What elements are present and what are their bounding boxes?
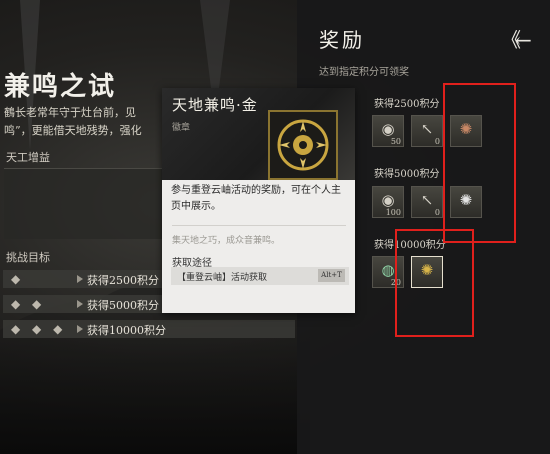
pointer-icon <box>77 325 83 333</box>
item-count: 50 <box>390 137 401 146</box>
card-description: 参与重登云岫活动的奖励，可在个人主 页中展示。 <box>171 183 341 215</box>
ground-shadow <box>0 334 310 454</box>
card-description-line2: 页中展示。 <box>171 201 221 212</box>
reward-slot-coin[interactable]: ◉ 50 <box>372 115 404 147</box>
challenge-text: 获得2500积分 <box>87 274 159 287</box>
challenge-text: 获得5000积分 <box>87 299 159 312</box>
challenge-row-3[interactable]: ◆ ◆ ◆ 获得10000积分 <box>3 320 295 338</box>
reward-slot-arrow[interactable]: ↖ 0 <box>411 115 443 147</box>
card-divider <box>172 225 346 226</box>
item-count: 100 <box>385 208 401 217</box>
coin-icon: ◉ <box>381 120 395 138</box>
shortcut-key-hint: Alt+T <box>318 269 345 282</box>
challenge-goals-label: 挑战目标 <box>6 251 50 264</box>
arrow-item-icon: ↖ <box>420 120 434 138</box>
coin-icon: ◉ <box>381 191 395 209</box>
card-item-name: 天地兼鸣·金 <box>172 96 258 114</box>
gear-bonus-label: 天工增益 <box>6 151 50 164</box>
arrow-item-icon: ↖ <box>420 191 434 209</box>
reward-slot-arrow[interactable]: ↖ 0 <box>411 186 443 218</box>
challenge-text: 获得10000积分 <box>87 324 166 337</box>
gold-badge-icon <box>268 110 338 180</box>
reward-slot-coin[interactable]: ◉ 100 <box>372 186 404 218</box>
pointer-icon <box>77 275 83 283</box>
tier-label-5000: 获得5000积分 <box>374 169 440 180</box>
back-arrow-icon[interactable]: 《← <box>501 24 532 53</box>
pointer-icon <box>77 300 83 308</box>
highlight-box-top <box>443 83 516 243</box>
rewards-subtitle: 达到指定积分可领奖 <box>319 67 409 78</box>
activity-title: 兼鸣之试 <box>4 72 117 102</box>
highlight-box-bottom <box>395 229 474 337</box>
rewards-title: 奖励 <box>319 28 365 52</box>
card-source-text: 【重登云岫】活动获取 <box>177 273 268 283</box>
item-count: 0 <box>434 208 440 217</box>
card-flavor-text: 集天地之巧，成众音兼鸣。 <box>172 236 281 246</box>
activity-description-line1: 鶴长老常年守于灶台前，见 <box>4 106 136 119</box>
activity-description-line2: 鸣”，更能借天地残势，强化 <box>4 124 142 137</box>
item-count: 0 <box>434 137 440 146</box>
tier-diamond-icon: ◆ ◆ ◆ <box>11 322 67 336</box>
tier-diamond-icon: ◆ <box>11 272 25 286</box>
tier-diamond-icon: ◆ ◆ <box>11 297 46 311</box>
card-item-type: 徽章 <box>172 123 191 133</box>
tier-label-2500: 获得2500积分 <box>374 99 440 110</box>
card-description-line1: 参与重登云岫活动的奖励，可在个人主 <box>171 185 341 196</box>
